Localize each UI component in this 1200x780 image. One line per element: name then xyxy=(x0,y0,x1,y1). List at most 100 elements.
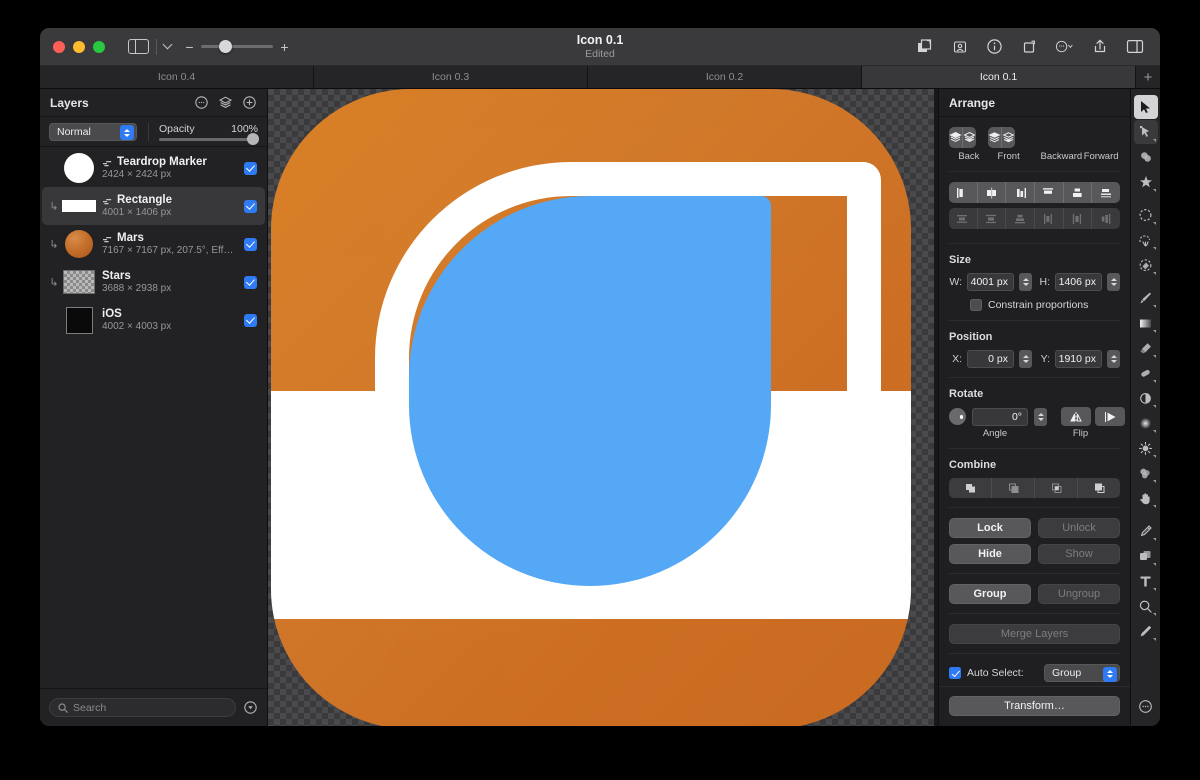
show-button[interactable]: Show xyxy=(1038,544,1120,564)
height-input[interactable]: 1406 px xyxy=(1055,273,1102,291)
gradient-tool[interactable] xyxy=(1134,311,1158,335)
opacity-control[interactable]: Opacity 100% xyxy=(148,122,259,145)
auto-select-checkbox[interactable] xyxy=(949,667,961,679)
blur-tool[interactable] xyxy=(1134,411,1158,435)
search-input[interactable]: Search xyxy=(49,698,236,717)
toggle-sidebar-icon[interactable] xyxy=(128,38,149,55)
combine-intersect-icon[interactable] xyxy=(1035,478,1078,498)
pos-x-stepper[interactable] xyxy=(1019,350,1032,368)
angle-stepper[interactable] xyxy=(1034,407,1047,426)
rotation-dial[interactable] xyxy=(949,408,966,425)
document-canvas[interactable] xyxy=(268,89,938,726)
share-icon[interactable] xyxy=(1090,37,1109,56)
pos-x-input[interactable]: 0 px xyxy=(967,350,1014,368)
sharpen-tool[interactable] xyxy=(1134,436,1158,460)
layer-disclosure-icon[interactable]: ↳ xyxy=(46,200,62,213)
auto-select-stepper-icon[interactable] xyxy=(1103,666,1117,682)
align-left-icon[interactable] xyxy=(949,182,978,203)
distribute-right-icon[interactable] xyxy=(1092,208,1120,229)
tab-icon-0-2[interactable]: Icon 0.2 xyxy=(588,66,862,88)
align-middle-vertical-icon[interactable] xyxy=(1064,182,1093,203)
distribute-bottom-icon[interactable] xyxy=(1006,208,1036,229)
align-center-horizontal-icon[interactable] xyxy=(978,182,1007,203)
align-bottom-icon[interactable] xyxy=(1092,182,1120,203)
duplicate-icon[interactable] xyxy=(915,37,934,56)
distribute-middle-icon[interactable] xyxy=(978,208,1007,229)
tab-icon-0-1[interactable]: Icon 0.1 xyxy=(862,66,1136,88)
text-tool[interactable] xyxy=(1134,569,1158,593)
width-stepper[interactable] xyxy=(1019,273,1032,291)
align-right-icon[interactable] xyxy=(1006,182,1036,203)
tab-icon-0-4[interactable]: Icon 0.4 xyxy=(40,66,314,88)
send-to-back-button[interactable] xyxy=(949,127,963,148)
layer-visibility-checkbox[interactable] xyxy=(244,313,257,327)
align-top-icon[interactable] xyxy=(1035,182,1064,203)
smudge-tool[interactable] xyxy=(1134,461,1158,485)
combine-divide-icon[interactable] xyxy=(1078,478,1120,498)
lock-button[interactable]: Lock xyxy=(949,518,1031,538)
opacity-slider-knob[interactable] xyxy=(247,133,259,145)
zoom-out-button[interactable]: − xyxy=(185,40,194,54)
inpainting-brush-tool[interactable] xyxy=(1134,361,1158,385)
layer-row-stars[interactable]: ↳ Stars 3688 × 2938 px xyxy=(42,263,265,301)
freehand-select-tool[interactable] xyxy=(1134,228,1158,252)
star-shape-tool[interactable] xyxy=(1134,170,1158,194)
bring-to-front-button[interactable] xyxy=(963,127,976,148)
constrain-proportions-checkbox[interactable] xyxy=(970,299,982,311)
paint-brush-tool[interactable] xyxy=(1134,286,1158,310)
zoom-in-button[interactable]: + xyxy=(280,40,289,54)
auto-select-dropdown[interactable]: Group xyxy=(1044,664,1120,682)
node-tool[interactable] xyxy=(1133,120,1158,144)
new-tab-button[interactable]: + xyxy=(1136,66,1160,88)
persona-icon[interactable] xyxy=(950,37,969,56)
more-options-icon[interactable] xyxy=(194,95,209,110)
zoom-window-button[interactable] xyxy=(93,40,105,53)
ungroup-button[interactable]: Ungroup xyxy=(1038,584,1120,604)
pencil-tool[interactable] xyxy=(1134,619,1158,643)
blend-mode-select[interactable]: Normal xyxy=(49,122,137,141)
distribute-top-icon[interactable] xyxy=(949,208,978,229)
more-options-icon[interactable] xyxy=(1055,37,1074,56)
layer-visibility-checkbox[interactable] xyxy=(244,161,257,175)
app-icon-artwork[interactable] xyxy=(271,89,911,726)
flip-horizontal-icon[interactable] xyxy=(1095,407,1125,426)
pos-y-stepper[interactable] xyxy=(1107,350,1120,368)
move-tool[interactable] xyxy=(1133,95,1158,119)
flood-select-tool[interactable] xyxy=(1134,253,1158,277)
more-tools-icon[interactable] xyxy=(1134,694,1158,718)
combine-add-icon[interactable] xyxy=(949,478,992,498)
layer-row-teardrop-marker[interactable]: Teardrop Marker 2424 × 2424 px xyxy=(42,149,265,187)
layer-visibility-checkbox[interactable] xyxy=(244,275,257,289)
layer-disclosure-icon[interactable]: ↳ xyxy=(46,238,62,251)
hide-button[interactable]: Hide xyxy=(949,544,1031,564)
rectangle-tool[interactable] xyxy=(1134,544,1158,568)
zoom-tool[interactable] xyxy=(1134,594,1158,618)
layer-row-mars[interactable]: ↳ Mars 7167 × 7167 px, 207.5°, Eff… xyxy=(42,225,265,263)
shape-builder-tool[interactable] xyxy=(1134,145,1158,169)
info-icon[interactable] xyxy=(985,37,1004,56)
close-window-button[interactable] xyxy=(53,40,65,53)
layer-disclosure-icon[interactable]: ↳ xyxy=(46,276,62,289)
combine-subtract-icon[interactable] xyxy=(992,478,1035,498)
distribute-center-icon[interactable] xyxy=(1064,208,1093,229)
merge-layers-button[interactable]: Merge Layers xyxy=(949,624,1120,644)
layer-visibility-checkbox[interactable] xyxy=(244,237,257,251)
flip-vertical-icon[interactable] xyxy=(1061,407,1091,426)
zoom-slider-track[interactable] xyxy=(201,40,273,53)
add-layer-icon[interactable] xyxy=(242,95,257,110)
layer-row-rectangle[interactable]: ↳ Rectangle 4001 × 1406 px xyxy=(42,187,265,225)
zoom-slider-control[interactable]: − + xyxy=(185,40,289,54)
group-button[interactable]: Group xyxy=(949,584,1031,604)
opacity-slider-track[interactable] xyxy=(159,133,259,145)
marquee-select-tool[interactable] xyxy=(1134,203,1158,227)
hand-tool[interactable] xyxy=(1134,486,1158,510)
dodge-burn-tool[interactable] xyxy=(1134,386,1158,410)
layer-row-ios[interactable]: iOS 4002 × 4003 px xyxy=(42,301,265,339)
layer-effects-icon[interactable] xyxy=(218,95,233,110)
search-options-icon[interactable] xyxy=(243,700,258,715)
crop-rotate-icon[interactable] xyxy=(1020,37,1039,56)
angle-input[interactable]: 0° xyxy=(972,407,1028,426)
unlock-button[interactable]: Unlock xyxy=(1038,518,1120,538)
blend-mode-stepper-icon[interactable] xyxy=(120,125,134,140)
eraser-tool[interactable] xyxy=(1134,336,1158,360)
